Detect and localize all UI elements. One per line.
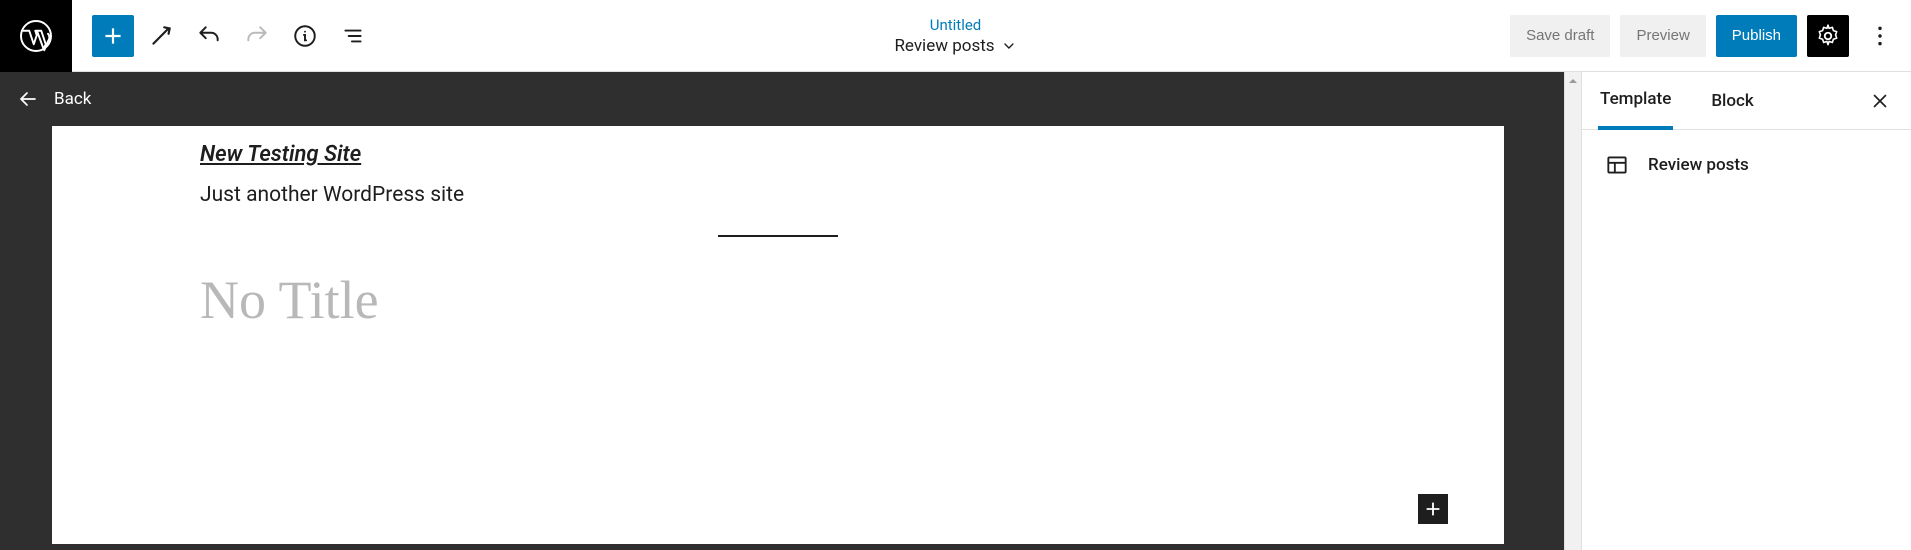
save-draft-button[interactable]: Save draft xyxy=(1510,15,1610,57)
scroll-up-arrow[interactable] xyxy=(1565,74,1581,88)
add-block-button[interactable] xyxy=(92,15,134,57)
wordpress-logo[interactable] xyxy=(0,0,72,72)
document-title: Untitled xyxy=(894,16,1016,34)
close-panel-button[interactable] xyxy=(1865,86,1895,116)
document-type-label: Review posts xyxy=(894,36,994,56)
settings-button[interactable] xyxy=(1807,15,1849,57)
document-type-dropdown[interactable]: Review posts xyxy=(894,36,1016,56)
chevron-down-icon xyxy=(1001,38,1017,54)
template-row[interactable]: Review posts xyxy=(1582,130,1911,200)
plus-icon xyxy=(1422,498,1444,520)
publish-button[interactable]: Publish xyxy=(1716,15,1797,57)
redo-button[interactable] xyxy=(236,15,278,57)
kebab-icon xyxy=(1867,23,1893,49)
tab-block[interactable]: Block xyxy=(1709,72,1755,130)
close-icon xyxy=(1869,90,1891,112)
back-button[interactable]: Back xyxy=(0,72,1564,126)
layout-icon xyxy=(1604,152,1630,178)
separator-block[interactable] xyxy=(718,235,838,237)
tab-template[interactable]: Template xyxy=(1598,72,1673,130)
list-view-button[interactable] xyxy=(332,15,374,57)
site-tagline[interactable]: Just another WordPress site xyxy=(200,183,1356,207)
tools-button[interactable] xyxy=(140,15,182,57)
gear-icon xyxy=(1815,23,1841,49)
details-button[interactable] xyxy=(284,15,326,57)
options-button[interactable] xyxy=(1859,15,1901,57)
preview-button[interactable]: Preview xyxy=(1620,15,1705,57)
add-block-inline-button[interactable] xyxy=(1418,494,1448,524)
undo-button[interactable] xyxy=(188,15,230,57)
post-title-placeholder[interactable]: No Title xyxy=(200,269,1356,331)
editor-canvas[interactable]: New Testing Site Just another WordPress … xyxy=(52,126,1504,544)
template-name: Review posts xyxy=(1648,155,1749,175)
vertical-scrollbar[interactable] xyxy=(1564,72,1581,550)
back-label: Back xyxy=(54,89,91,109)
arrow-left-icon xyxy=(16,87,40,111)
site-title[interactable]: New Testing Site xyxy=(200,142,1356,167)
